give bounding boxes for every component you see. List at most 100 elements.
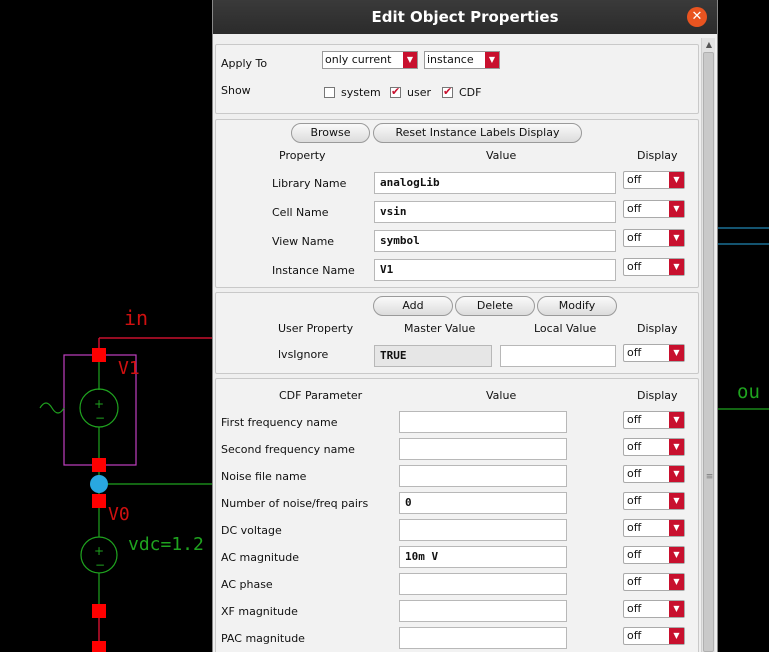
dialog-titlebar[interactable]: Edit Object Properties ✕: [213, 0, 717, 34]
show-label: Show: [221, 84, 251, 97]
sine-icon: [39, 402, 65, 414]
property-label: View Name: [272, 235, 335, 248]
delete-button[interactable]: Delete: [455, 296, 535, 316]
net-label-out: ou: [737, 381, 760, 403]
cdf-param-label: AC magnitude: [221, 551, 300, 564]
property-label: Library Name: [272, 177, 347, 190]
chevron-down-icon: ▼: [669, 520, 684, 536]
display-select[interactable]: off ▼: [623, 200, 685, 218]
chevron-down-icon: ▼: [669, 439, 684, 455]
display-value: off: [627, 346, 642, 359]
library-name-field[interactable]: analogLib: [374, 172, 616, 194]
modify-button[interactable]: Modify: [537, 296, 617, 316]
chevron-down-icon: ▼: [669, 574, 684, 590]
dialog-scrollbar[interactable]: ▲ ≡: [701, 38, 715, 652]
display-select[interactable]: off ▼: [623, 344, 685, 362]
user-properties-panel: Add Delete Modify User Property Master V…: [215, 292, 699, 374]
property-label: Instance Name: [272, 264, 355, 277]
xf-magnitude-field[interactable]: [399, 600, 567, 622]
chevron-down-icon: ▼: [485, 52, 499, 68]
pin-v1-bottom: [92, 458, 106, 472]
chevron-down-icon: ▼: [669, 230, 684, 246]
display-select[interactable]: off ▼: [623, 573, 685, 591]
cell-name-field[interactable]: vsin: [374, 201, 616, 223]
show-user-checkbox[interactable]: [390, 85, 401, 99]
display-value: off: [627, 629, 642, 642]
display-select[interactable]: off ▼: [623, 519, 685, 537]
chevron-down-icon: ▼: [669, 601, 684, 617]
display-select[interactable]: off ▼: [623, 438, 685, 456]
display-value: off: [627, 413, 642, 426]
display-select[interactable]: off ▼: [623, 465, 685, 483]
show-user-label: user: [407, 86, 431, 99]
first-frequency-name-field[interactable]: [399, 411, 567, 433]
display-value: off: [627, 467, 642, 480]
apply-to-scope-value: only current: [325, 53, 392, 66]
display-select[interactable]: off ▼: [623, 600, 685, 618]
instance-name-field[interactable]: V1: [374, 259, 616, 281]
show-system-checkbox[interactable]: [324, 87, 335, 98]
add-button[interactable]: Add: [373, 296, 453, 316]
pac-magnitude-field[interactable]: [399, 627, 567, 649]
noise-freq-pairs-field[interactable]: 0: [399, 492, 567, 514]
second-frequency-name-field[interactable]: [399, 438, 567, 460]
show-system-label: system: [341, 86, 381, 99]
display-value: off: [627, 202, 642, 215]
dialog-title: Edit Object Properties: [371, 8, 559, 26]
display-select[interactable]: off ▼: [623, 546, 685, 564]
display-value: off: [627, 521, 642, 534]
pin-v1-top: [92, 348, 106, 362]
cdf-param-label: Noise file name: [221, 470, 307, 483]
v0-label: V0: [108, 504, 130, 525]
display-select[interactable]: off ▼: [623, 411, 685, 429]
pin-ground: [92, 641, 106, 652]
net-label-in: in: [124, 306, 148, 330]
cdf-param-label: XF magnitude: [221, 605, 298, 618]
noise-file-name-field[interactable]: [399, 465, 567, 487]
ac-phase-field[interactable]: [399, 573, 567, 595]
chevron-down-icon: ▼: [669, 345, 684, 361]
apply-to-type-select[interactable]: instance ▼: [424, 51, 500, 69]
edit-object-properties-dialog: Edit Object Properties ✕ Apply To only c…: [212, 0, 718, 652]
close-icon[interactable]: ✕: [687, 7, 707, 27]
display-value: off: [627, 602, 642, 615]
property-label: Cell Name: [272, 206, 329, 219]
value-header: Value: [486, 389, 517, 402]
scroll-up-icon[interactable]: ▲: [702, 38, 716, 52]
cdf-parameter-header: CDF Parameter: [279, 389, 363, 402]
display-select[interactable]: off ▼: [623, 627, 685, 645]
display-value: off: [627, 548, 642, 561]
v1-minus: −: [95, 411, 105, 425]
user-property-header: User Property: [278, 322, 354, 335]
master-value-field: TRUE: [374, 345, 492, 367]
chevron-down-icon: ▼: [669, 412, 684, 428]
browse-button[interactable]: Browse: [291, 123, 370, 143]
show-cdf-checkbox[interactable]: [442, 85, 453, 99]
grip-icon: ≡: [705, 472, 714, 482]
vdc-label: vdc=1.2: [128, 534, 204, 555]
v1-plus: +: [94, 397, 104, 411]
display-select[interactable]: off ▼: [623, 229, 685, 247]
local-value-header: Local Value: [534, 322, 597, 335]
display-select[interactable]: off ▼: [623, 171, 685, 189]
display-select[interactable]: off ▼: [623, 492, 685, 510]
chevron-down-icon: ▼: [669, 201, 684, 217]
display-value: off: [627, 231, 642, 244]
dc-voltage-field[interactable]: [399, 519, 567, 541]
local-value-field[interactable]: [500, 345, 616, 367]
view-name-field[interactable]: symbol: [374, 230, 616, 252]
apply-to-type-value: instance: [427, 53, 474, 66]
apply-to-scope-select[interactable]: only current ▼: [322, 51, 418, 69]
chevron-down-icon: ▼: [669, 628, 684, 644]
display-value: off: [627, 494, 642, 507]
display-value: off: [627, 260, 642, 273]
reset-labels-button[interactable]: Reset Instance Labels Display: [373, 123, 582, 143]
ac-magnitude-field[interactable]: 10m V: [399, 546, 567, 568]
scrollbar-thumb[interactable]: ≡: [703, 52, 714, 652]
selected-node[interactable]: [90, 475, 108, 493]
display-value: off: [627, 440, 642, 453]
cdf-param-label: Second frequency name: [221, 443, 355, 456]
cdf-param-label: First frequency name: [221, 416, 338, 429]
display-select[interactable]: off ▼: [623, 258, 685, 276]
apply-to-panel: Apply To only current ▼ instance ▼ Show …: [215, 44, 699, 114]
